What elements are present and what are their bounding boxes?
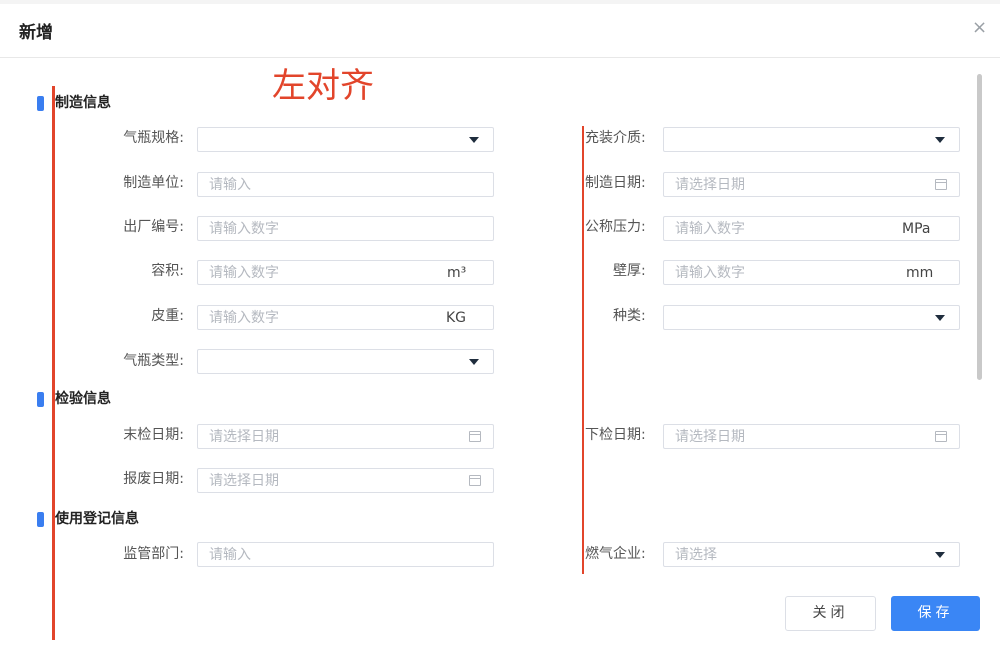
close-icon[interactable]: ×	[972, 18, 987, 38]
serial-no-input[interactable]: 请输入数字	[197, 216, 494, 241]
section-title-inspection: 检验信息	[55, 391, 111, 407]
wall-thickness-input[interactable]: 请输入数字 mm	[663, 260, 960, 285]
label-scrap-date: 报废日期:	[123, 471, 184, 487]
caret-down-icon	[935, 137, 945, 143]
label-manufacturer: 制造单位:	[123, 175, 184, 191]
placeholder: 请输入数字	[209, 265, 279, 281]
unit-label: MPa	[902, 221, 931, 237]
unit-label: KG	[446, 310, 467, 326]
label-next-inspection: 下检日期:	[585, 427, 646, 443]
label-cylinder-spec: 气瓶规格:	[123, 130, 184, 146]
placeholder: 请输入	[209, 547, 251, 563]
supervisor-input[interactable]: 请输入	[197, 542, 494, 567]
calendar-icon	[469, 431, 481, 442]
label-volume: 容积:	[151, 263, 184, 279]
annotation-line-left	[52, 86, 55, 640]
placeholder: 请输入数字	[209, 310, 279, 326]
placeholder: 请选择日期	[675, 429, 745, 445]
next-inspection-date-picker[interactable]: 请选择日期	[663, 424, 960, 449]
dialog-title: 新增	[19, 23, 53, 43]
section-marker	[37, 512, 44, 527]
manufacturer-input[interactable]: 请输入	[197, 172, 494, 197]
section-title-registration: 使用登记信息	[55, 511, 139, 527]
placeholder: 请输入	[209, 177, 251, 193]
save-button[interactable]: 保存	[891, 596, 980, 631]
section-marker	[37, 392, 44, 407]
section-title-manufacture: 制造信息	[55, 95, 111, 111]
placeholder: 请选择日期	[209, 473, 279, 489]
label-manufacture-date: 制造日期:	[585, 175, 646, 191]
close-button[interactable]: 关闭	[785, 596, 876, 631]
section-marker	[37, 96, 44, 111]
dialog-header: 新增 ×	[0, 4, 1000, 58]
label-serial-no: 出厂编号:	[123, 219, 184, 235]
unit-label: m³	[447, 265, 467, 281]
cylinder-type-select[interactable]	[197, 349, 494, 374]
tare-weight-input[interactable]: 请输入数字 KG	[197, 305, 494, 330]
annotation-text: 左对齐	[272, 66, 374, 106]
label-cylinder-type: 气瓶类型:	[123, 353, 184, 369]
fill-medium-select[interactable]	[663, 127, 960, 152]
manufacture-date-picker[interactable]: 请选择日期	[663, 172, 960, 197]
placeholder: 请选择	[675, 547, 717, 563]
calendar-icon	[935, 179, 947, 190]
volume-input[interactable]: 请输入数字 m³	[197, 260, 494, 285]
label-supervisor: 监管部门:	[123, 546, 184, 562]
label-tare-weight: 皮重:	[151, 308, 184, 324]
caret-down-icon	[935, 315, 945, 321]
placeholder: 请输入数字	[675, 221, 745, 237]
label-gas-company: 燃气企业:	[585, 546, 646, 562]
caret-down-icon	[469, 137, 479, 143]
cylinder-spec-select[interactable]	[197, 127, 494, 152]
label-kind: 种类:	[613, 308, 646, 324]
kind-select[interactable]	[663, 305, 960, 330]
annotation-line-right	[582, 126, 584, 574]
label-nominal-pressure: 公称压力:	[585, 219, 646, 235]
placeholder: 请输入数字	[209, 221, 279, 237]
unit-label: mm	[906, 265, 934, 281]
label-last-inspection: 末检日期:	[123, 427, 184, 443]
scrollbar-thumb[interactable]	[977, 74, 982, 380]
scrap-date-picker[interactable]: 请选择日期	[197, 468, 494, 493]
placeholder: 请选择日期	[209, 429, 279, 445]
placeholder: 请选择日期	[675, 177, 745, 193]
label-fill-medium: 充装介质:	[585, 130, 646, 146]
label-wall-thickness: 壁厚:	[613, 263, 646, 279]
calendar-icon	[469, 475, 481, 486]
placeholder: 请输入数字	[675, 265, 745, 281]
gas-company-select[interactable]: 请选择	[663, 542, 960, 567]
nominal-pressure-input[interactable]: 请输入数字 MPa	[663, 216, 960, 241]
calendar-icon	[935, 431, 947, 442]
caret-down-icon	[935, 552, 945, 558]
caret-down-icon	[469, 359, 479, 365]
last-inspection-date-picker[interactable]: 请选择日期	[197, 424, 494, 449]
add-dialog: 新增 × 左对齐 制造信息 气瓶规格: 充装介质: 制造单位: 请输入 制造日期…	[0, 0, 1000, 651]
